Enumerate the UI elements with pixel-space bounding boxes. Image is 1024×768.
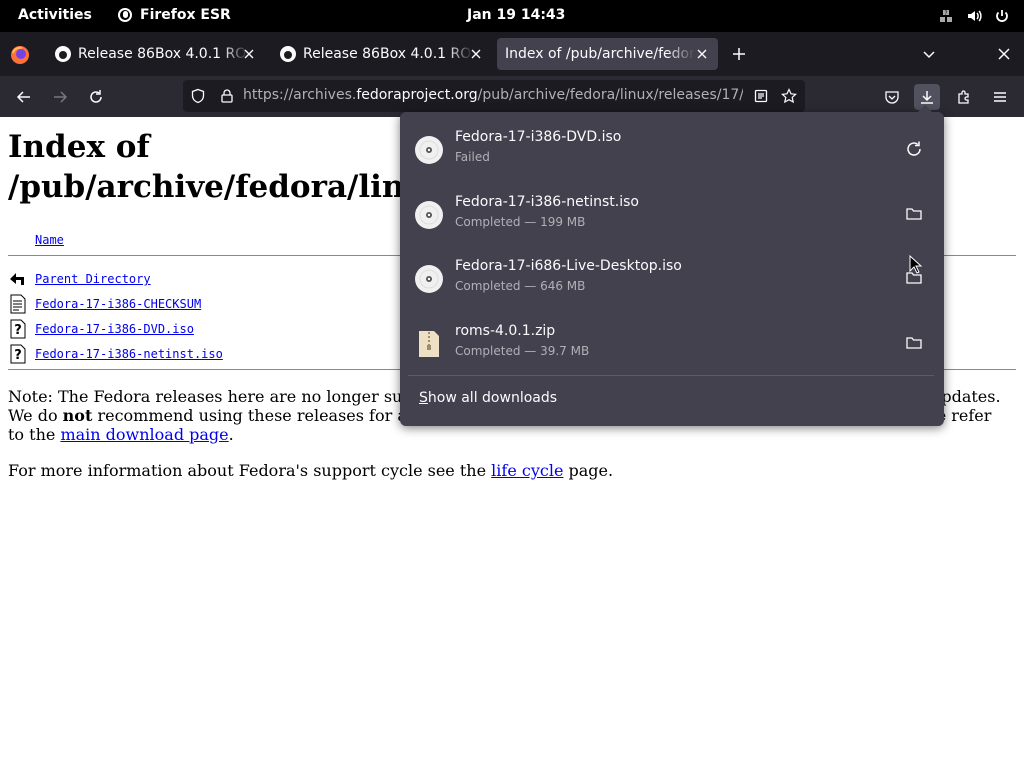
hamburger-menu-icon: [994, 92, 1006, 102]
app-menu[interactable]: Firefox ESR: [118, 7, 231, 23]
close-tab-icon[interactable]: [694, 46, 710, 62]
life-cycle-link[interactable]: life cycle: [491, 461, 563, 480]
back-arrow-icon: [10, 273, 24, 285]
firefox-view-icon[interactable]: [10, 45, 30, 65]
github-icon: [280, 46, 296, 62]
activities-button[interactable]: Activities: [18, 7, 92, 23]
show-all-downloads-button[interactable]: Show all downloads: [419, 390, 557, 406]
reload-icon: [90, 90, 102, 103]
close-window-icon[interactable]: [996, 46, 1012, 62]
back-arrow-icon: [16, 91, 30, 103]
sort-by-name-link[interactable]: Name: [35, 233, 64, 247]
back-button[interactable]: [11, 84, 37, 110]
bookmark-star-icon[interactable]: [781, 88, 797, 108]
volume-icon: [966, 8, 982, 24]
tab-github-1[interactable]: Release 86Box 4.0.1 ROMs: [45, 38, 265, 70]
forward-button[interactable]: [47, 84, 73, 110]
lock-icon[interactable]: [219, 88, 235, 108]
download-status: Completed — 646 MB: [455, 279, 586, 293]
puzzle-icon: [958, 90, 969, 104]
info-text: For more information about Fedora's supp…: [8, 461, 492, 480]
file-link[interactable]: Fedora-17-i386-CHECKSUM: [35, 297, 201, 311]
url-domain: fedoraproject.org: [356, 87, 478, 103]
reload-button[interactable]: [83, 84, 109, 110]
pocket-icon: [885, 91, 899, 104]
mouse-cursor-icon: [909, 255, 923, 274]
file-link[interactable]: Fedora-17-i386-DVD.iso: [35, 322, 194, 336]
tab-title: Release 86Box 4.0.1 ROMs: [78, 46, 248, 62]
list-all-tabs-icon[interactable]: [921, 46, 937, 62]
extensions-button[interactable]: [951, 84, 977, 110]
tab-strip: Release 86Box 4.0.1 ROMs Release 86Box 4…: [0, 32, 1024, 76]
firefox-icon: [118, 8, 132, 22]
download-item[interactable]: Fedora-17-i686-Live-Desktop.iso Complete…: [408, 246, 936, 310]
download-filename: Fedora-17-i386-netinst.iso: [455, 194, 639, 210]
url-prefix: https://archives.: [243, 87, 357, 103]
text-file-icon: [10, 294, 26, 314]
download-status: Completed — 39.7 MB: [455, 344, 590, 358]
parent-directory-link[interactable]: Parent Directory: [35, 272, 151, 286]
download-filename: roms-4.0.1.zip: [455, 323, 556, 339]
list-item: Parent Directory: [8, 268, 151, 290]
tab-title: Index of /pub/archive/fedora/linux: [505, 46, 695, 62]
disc-icon: [415, 265, 443, 293]
download-status: Completed — 199 MB: [455, 215, 586, 229]
url-bar[interactable]: https://archives.fedoraproject.org/pub/a…: [183, 80, 805, 112]
list-item: Fedora-17-i386-CHECKSUM: [8, 293, 201, 315]
list-item: ? Fedora-17-i386-DVD.iso: [8, 318, 194, 340]
tracking-protection-shield-icon[interactable]: [190, 88, 206, 108]
github-icon: [55, 46, 71, 62]
svg-text:?: ?: [14, 348, 22, 363]
folder-icon[interactable]: [904, 204, 924, 224]
main-download-page-link[interactable]: main download page: [60, 425, 228, 444]
clock[interactable]: Jan 19 14:43: [467, 7, 565, 23]
app-name: Firefox ESR: [140, 7, 231, 23]
disc-icon: [415, 201, 443, 229]
tab-github-2[interactable]: Release 86Box 4.0.1 ROMs: [270, 38, 492, 70]
tab-title: Release 86Box 4.0.1 ROMs: [303, 46, 473, 62]
reader-view-icon[interactable]: [753, 88, 769, 108]
panel-separator: [408, 375, 934, 376]
download-item[interactable]: Fedora-17-i386-netinst.iso Completed — 1…: [408, 182, 936, 246]
info-paragraph: For more information about Fedora's supp…: [8, 461, 1008, 480]
svg-text:?: ?: [14, 323, 22, 338]
forward-arrow-icon: [54, 91, 68, 103]
unknown-file-icon: ?: [10, 319, 26, 339]
download-filename: Fedora-17-i686-Live-Desktop.iso: [455, 258, 682, 274]
retry-icon[interactable]: [904, 139, 924, 159]
close-tab-icon[interactable]: [241, 46, 257, 62]
download-item[interactable]: Fedora-17-i386-DVD.iso Failed: [408, 117, 936, 181]
disc-icon: [415, 136, 443, 164]
info-text: page.: [563, 461, 614, 480]
pocket-button[interactable]: [879, 84, 905, 110]
close-tab-icon[interactable]: [468, 46, 484, 62]
system-tray[interactable]: ?: [938, 8, 1010, 24]
gnome-top-bar: Activities Firefox ESR Jan 19 14:43 ?: [0, 0, 1024, 32]
navigation-toolbar: https://archives.fedoraproject.org/pub/a…: [0, 76, 1024, 117]
download-icon: [921, 91, 933, 104]
svg-text:?: ?: [944, 10, 947, 17]
power-icon: [994, 8, 1010, 24]
url-path: /pub/archive/fedora/linux/releases/17/Fe…: [477, 87, 743, 103]
note-bold-text: not: [62, 406, 93, 425]
download-item[interactable]: roms-4.0.1.zip Completed — 39.7 MB: [408, 311, 936, 375]
url-text[interactable]: https://archives.fedoraproject.org/pub/a…: [243, 87, 743, 103]
list-item: ? Fedora-17-i386-netinst.iso: [8, 343, 223, 365]
zip-icon: [419, 331, 439, 357]
download-status: Failed: [455, 150, 490, 164]
app-menu-button[interactable]: [987, 84, 1013, 110]
note-text: .: [228, 425, 234, 444]
downloads-panel: Fedora-17-i386-DVD.iso Failed Fedora-17-…: [400, 104, 944, 426]
tab-fedora-index[interactable]: Index of /pub/archive/fedora/linux: [497, 38, 718, 70]
folder-icon[interactable]: [904, 333, 924, 353]
network-icon: ?: [938, 8, 954, 24]
download-filename: Fedora-17-i386-DVD.iso: [455, 129, 622, 145]
unknown-file-icon: ?: [10, 344, 26, 364]
file-link[interactable]: Fedora-17-i386-netinst.iso: [35, 347, 223, 361]
new-tab-icon[interactable]: [731, 46, 747, 62]
